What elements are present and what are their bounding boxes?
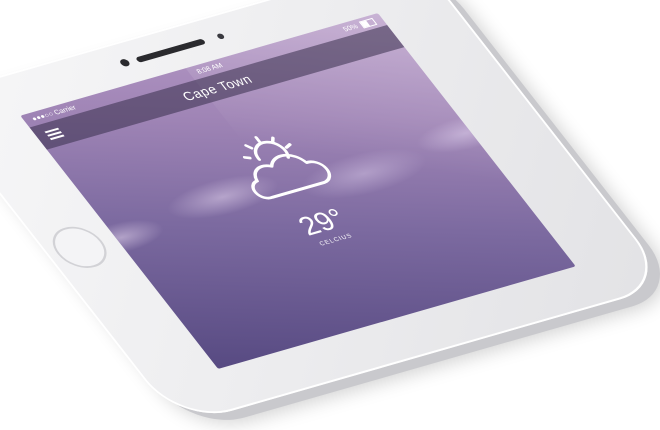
stage: ●●●○○ Carrier 8:08 AM 50% Cape Town 29° … — [0, 0, 660, 430]
menu-icon[interactable] — [44, 127, 65, 141]
battery-icon — [358, 17, 378, 29]
phone-device: ●●●○○ Carrier 8:08 AM 50% Cape Town 29° … — [0, 0, 660, 426]
